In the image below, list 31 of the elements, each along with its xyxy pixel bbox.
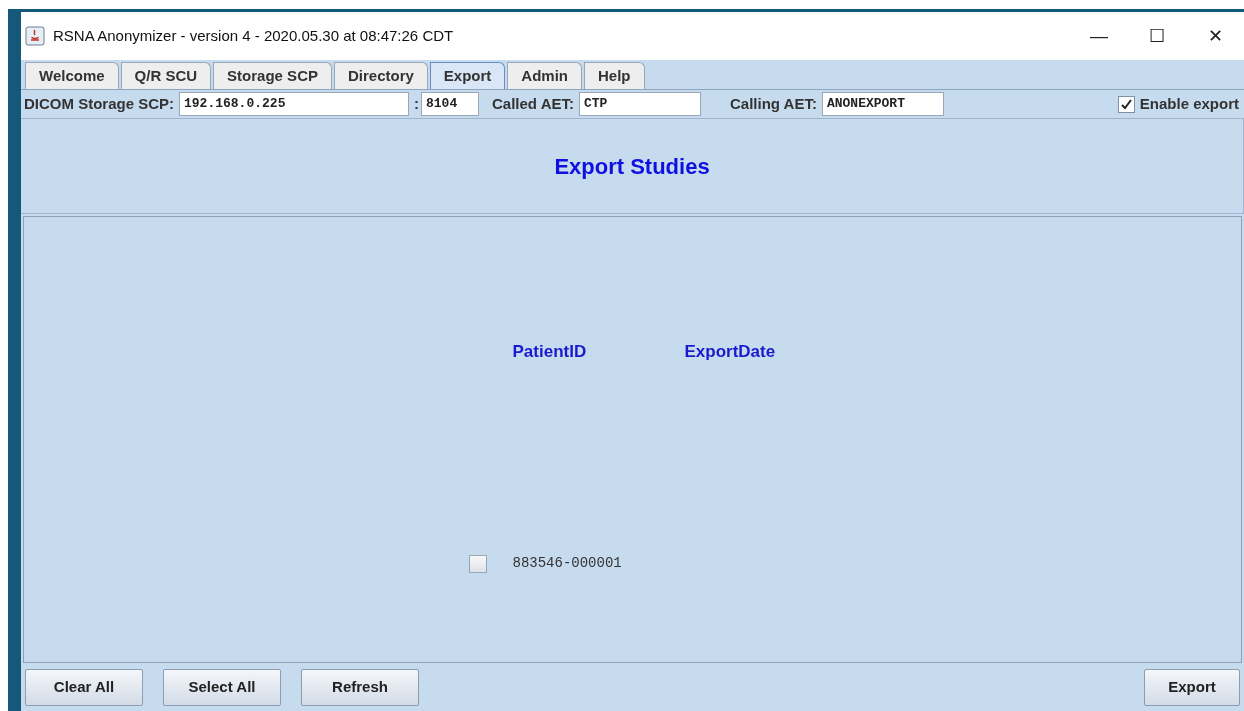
port-separator: : xyxy=(414,93,419,114)
calling-aet-label: Calling AET: xyxy=(730,93,817,114)
tab[interactable]: Q/R SCU xyxy=(120,62,212,89)
column-header: ExportDate xyxy=(684,340,777,363)
tab[interactable]: Admin xyxy=(507,62,582,89)
maximize-button[interactable]: ☐ xyxy=(1128,16,1186,56)
export-button[interactable]: Export xyxy=(1144,668,1240,706)
window-title: RSNA Anonymizer - version 4 - 2020.05.30 at 08:47:26 CDT xyxy=(53,25,454,46)
column-header: PatientID xyxy=(512,340,588,363)
minimize-button[interactable]: — xyxy=(1070,16,1128,56)
called-aet-label: Called AET: xyxy=(492,93,574,114)
calling-aet-field[interactable]: ANONEXPORT xyxy=(821,92,944,116)
app-icon xyxy=(25,26,45,46)
tab[interactable]: Export xyxy=(429,62,506,89)
action-button[interactable]: Refresh xyxy=(301,668,419,706)
ip-field[interactable]: 192.168.0.225 xyxy=(179,92,409,116)
table-cell-text: 883546-000001 xyxy=(512,554,623,574)
tab[interactable]: Welcome xyxy=(25,62,119,89)
enable-export-label: Enable export xyxy=(1139,93,1239,114)
enable-checkbox[interactable] xyxy=(1117,95,1135,113)
scp-label: DICOM Storage SCP: xyxy=(24,93,174,114)
action-button[interactable]: Clear All xyxy=(25,668,143,706)
called-aet-field[interactable]: CTP xyxy=(579,92,701,116)
tab[interactable]: Storage SCP xyxy=(213,62,332,89)
tab[interactable]: Help xyxy=(584,62,645,89)
port-field[interactable]: 8104 xyxy=(421,92,479,116)
action-button[interactable]: Select All xyxy=(163,668,281,706)
row-checkbox[interactable] xyxy=(468,554,487,573)
close-button[interactable]: ✕ xyxy=(1186,16,1244,56)
panel-title: Export Studies xyxy=(554,152,710,181)
tab[interactable]: Directory xyxy=(333,62,428,89)
